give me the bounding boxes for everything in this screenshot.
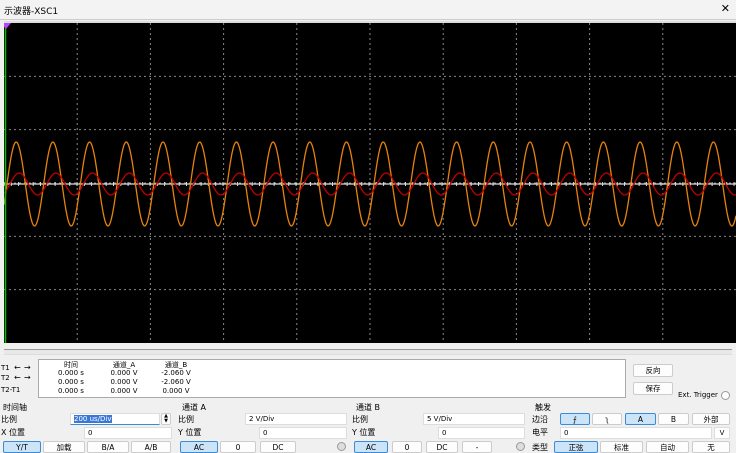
ext-trigger-label: Ext. Trigger [678, 391, 718, 399]
t1-channel-b: -2.060 V [161, 369, 191, 377]
oscilloscope-screen [1, 21, 736, 343]
close-icon[interactable]: ✕ [721, 2, 730, 15]
channel-a-ac-button[interactable]: AC [180, 441, 218, 453]
trigger-edge-label: 边沿 [532, 415, 548, 424]
t2-t1-label: T2-T1 [1, 386, 21, 394]
ext-trigger-terminal[interactable] [721, 391, 730, 400]
channel-b-group: 通道 B 比例 5 V/Div Y 位置 0 AC 0 DC - [352, 402, 525, 453]
trigger-level-unit[interactable]: V [714, 427, 730, 439]
trigger-title: 触发 [535, 403, 551, 412]
t2-right-arrow-icon[interactable]: → [24, 373, 31, 382]
channel-a-zero-button[interactable]: 0 [220, 441, 256, 453]
channel-a-ypos-input[interactable]: 0 [259, 427, 347, 439]
trigger-type-auto-button[interactable]: 自动 [646, 441, 689, 453]
mode-load-button[interactable]: 加载 [43, 441, 85, 453]
channel-b-ypos-input[interactable]: 0 [438, 427, 525, 439]
channel-b-dc-button[interactable]: DC [426, 441, 458, 453]
t1-right-arrow-icon[interactable]: → [24, 363, 31, 372]
t2-channel-a: 0.000 V [110, 378, 138, 386]
trigger-source-b-button[interactable]: B [658, 413, 689, 425]
title-bar: 示波器-XSC1 ✕ [0, 0, 736, 20]
mode-ab-button[interactable]: A/B [131, 441, 171, 453]
trigger-type-sine-button[interactable]: 正弦 [554, 441, 598, 453]
channel-a-group: 通道 A 比例 2 V/Div Y 位置 0 AC 0 DC [178, 402, 350, 453]
horizontal-scrollbar[interactable] [4, 349, 732, 355]
channel-b-title: 通道 B [356, 403, 381, 412]
falling-edge-button[interactable]: ʅ [592, 413, 622, 425]
t1-time: 0.000 s [58, 369, 84, 377]
timebase-scale-input[interactable]: 200 us/Div [70, 413, 160, 425]
cursor-controls: T1 ← → T2 ← → T2-T1 [0, 361, 36, 397]
channel-a-dc-button[interactable]: DC [260, 441, 296, 453]
channel-b-scale-input[interactable]: 5 V/Div [423, 413, 525, 425]
trigger-type-normal-button[interactable]: 标准 [600, 441, 643, 453]
channel-a-scale-input[interactable]: 2 V/Div [245, 413, 347, 425]
channel-a-terminal[interactable] [337, 442, 346, 451]
mode-yt-button[interactable]: Y/T [3, 441, 41, 453]
save-button[interactable]: 保存 [633, 382, 673, 395]
channel-b-scale-label: 比例 [352, 415, 368, 424]
channel-b-ac-button[interactable]: AC [354, 441, 388, 453]
rising-edge-button[interactable]: ⨍ [560, 413, 590, 425]
dt-channel-a: 0.000 V [110, 387, 138, 395]
t2-left-arrow-icon[interactable]: ← [14, 373, 21, 382]
mode-ba-button[interactable]: B/A [87, 441, 129, 453]
falling-edge-icon: ʅ [605, 415, 609, 424]
trigger-type-none-button[interactable]: 无 [692, 441, 730, 453]
t2-time: 0.000 s [58, 378, 84, 386]
trigger-source-a-button[interactable]: A [625, 413, 656, 425]
waveform-display [1, 23, 736, 343]
timebase-title: 时间轴 [3, 403, 27, 412]
dt-time: 0.000 s [58, 387, 84, 395]
timebase-scale-label: 比例 [1, 415, 17, 424]
cursor-readout-table: 时间 通道_A 通道_B 0.000 s 0.000 V -2.060 V 0.… [38, 359, 626, 398]
reverse-button[interactable]: 反向 [633, 364, 673, 377]
window-title: 示波器-XSC1 [4, 7, 59, 17]
t1-left-arrow-icon[interactable]: ← [14, 363, 21, 372]
t1-channel-a: 0.000 V [110, 369, 138, 377]
timebase-group: 时间轴 比例 200 us/Div ▲ ▼ X 位置 0 Y/T 加载 B/A A… [0, 402, 176, 453]
trigger-group: 触发 边沿 ⨍ ʅ A B 外部 电平 0 V 类型 正弦 标准 自动 无 [532, 402, 736, 453]
xpos-label: X 位置 [1, 428, 26, 437]
trigger-source-ext-button[interactable]: 外部 [692, 413, 730, 425]
channel-b-terminal[interactable] [516, 442, 525, 451]
channel-a-scale-label: 比例 [178, 415, 194, 424]
t2-label: T2 [1, 374, 10, 382]
xpos-input[interactable]: 0 [84, 427, 172, 439]
channel-a-title: 通道 A [182, 403, 207, 412]
t1-label: T1 [1, 364, 10, 372]
channel-b-ypos-label: Y 位置 [352, 428, 376, 437]
t2-channel-b: -2.060 V [161, 378, 191, 386]
channel-b-minus-button[interactable]: - [462, 441, 492, 453]
trigger-type-label: 类型 [532, 443, 548, 452]
timebase-scale-spinner[interactable]: ▲ ▼ [161, 413, 171, 425]
channel-a-ypos-label: Y 位置 [178, 428, 202, 437]
trigger-level-input[interactable]: 0 [560, 427, 712, 439]
dt-channel-b: 0.000 V [162, 387, 190, 395]
channel-b-zero-button[interactable]: 0 [392, 441, 422, 453]
trigger-level-label: 电平 [532, 428, 548, 437]
rising-edge-icon: ⨍ [573, 415, 577, 424]
